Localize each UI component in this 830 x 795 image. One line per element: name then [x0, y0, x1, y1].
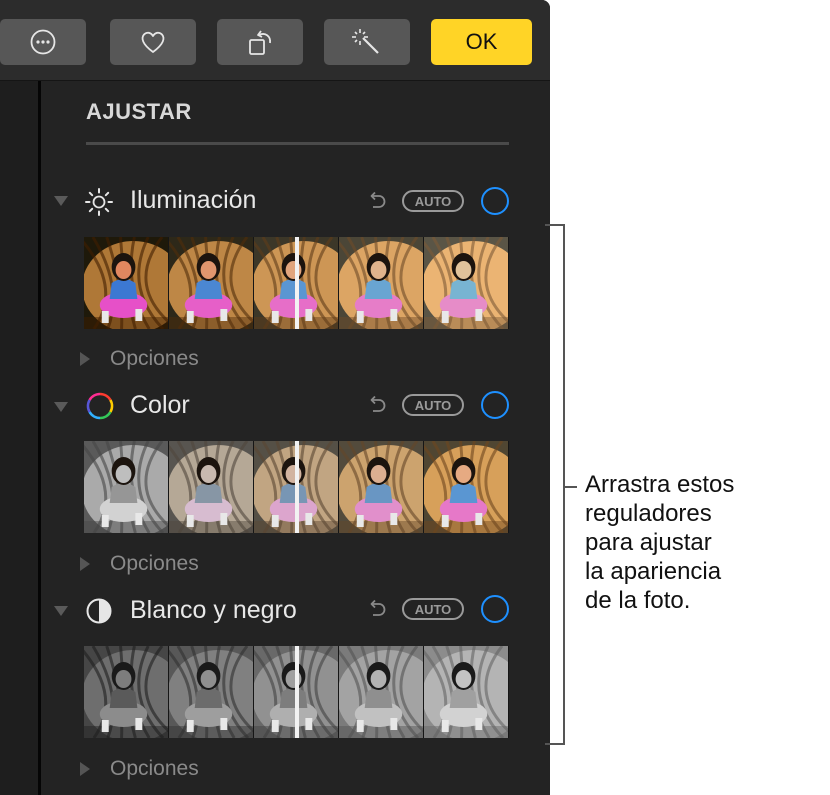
slider-thumbnail — [424, 646, 509, 738]
lighting-options-disclosure[interactable] — [80, 352, 90, 366]
callout-bracket-bottom — [545, 743, 565, 745]
slider-thumbnail — [169, 237, 254, 329]
enhance-button[interactable] — [324, 19, 410, 65]
collapse-lighting-toggle[interactable] — [54, 196, 68, 206]
color-options-disclosure[interactable] — [80, 557, 90, 571]
panel-title: AJUSTAR — [86, 99, 192, 124]
callout-line: reguladores — [585, 500, 712, 527]
slider-thumbnail — [339, 441, 424, 533]
bw-slider[interactable] — [84, 646, 509, 738]
slider-thumbnail — [169, 441, 254, 533]
callout-line: para ajustar — [585, 529, 712, 556]
slider-thumbnail — [84, 646, 169, 738]
bw-label: Blanco y negro — [130, 596, 297, 624]
lighting-label: Iluminación — [130, 186, 257, 214]
slider-thumbnail — [84, 441, 169, 533]
color-wheel-icon — [86, 392, 114, 420]
slider-thumbnail — [84, 237, 169, 329]
lighting-options-label[interactable]: Opciones — [110, 347, 199, 371]
revert-color-icon[interactable] — [366, 394, 388, 416]
callout-text: Arrastra estos reguladores para ajustar … — [585, 470, 825, 615]
sun-icon — [85, 188, 113, 216]
slider-handle[interactable] — [294, 237, 299, 329]
rotate-icon — [249, 30, 271, 55]
color-options-label[interactable]: Opciones — [110, 552, 199, 576]
more-button[interactable] — [0, 19, 86, 65]
callout-line: la apariencia — [585, 558, 722, 585]
callout-line: Arrastra estos — [585, 471, 735, 498]
revert-lighting-icon[interactable] — [366, 190, 388, 212]
auto-bw-button[interactable]: AUTO — [402, 598, 464, 620]
revert-bw-icon[interactable] — [366, 598, 388, 620]
callout-line: de la foto. — [585, 587, 691, 614]
panel-title-rule — [86, 142, 509, 145]
photo-canvas-edge — [0, 81, 38, 795]
pane-divider[interactable] — [38, 81, 41, 795]
callout-bracket-tick — [563, 486, 577, 488]
collapse-bw-toggle[interactable] — [54, 606, 68, 616]
slider-handle[interactable] — [294, 441, 299, 533]
lighting-slider[interactable] — [84, 237, 509, 329]
lighting-enable-toggle[interactable] — [481, 187, 509, 215]
heart-icon — [141, 31, 165, 53]
rotate-button[interactable] — [217, 19, 303, 65]
bw-enable-toggle[interactable] — [481, 595, 509, 623]
photos-edit-window: OK AJUSTAR Iluminación AUTO Opciones Col… — [0, 0, 550, 795]
callout-bracket-top — [545, 224, 565, 226]
bw-options-label[interactable]: Opciones — [110, 757, 199, 781]
slider-thumbnail — [169, 646, 254, 738]
slider-thumbnail — [424, 441, 509, 533]
color-slider[interactable] — [84, 441, 509, 533]
slider-thumbnail — [339, 237, 424, 329]
ok-button[interactable]: OK — [431, 19, 532, 65]
bw-options-disclosure[interactable] — [80, 762, 90, 776]
slider-handle[interactable] — [294, 646, 299, 738]
collapse-color-toggle[interactable] — [54, 402, 68, 412]
magic-wand-icon — [352, 29, 379, 54]
auto-color-button[interactable]: AUTO — [402, 394, 464, 416]
half-circle-icon — [86, 598, 112, 624]
slider-thumbnail — [339, 646, 424, 738]
color-enable-toggle[interactable] — [481, 391, 509, 419]
callout-bracket — [563, 224, 565, 745]
favorite-button[interactable] — [110, 19, 196, 65]
auto-lighting-button[interactable]: AUTO — [402, 190, 464, 212]
color-label: Color — [130, 391, 190, 419]
toolbar: OK — [0, 0, 550, 81]
ellipsis-circle-icon — [30, 29, 56, 55]
slider-thumbnail — [424, 237, 509, 329]
